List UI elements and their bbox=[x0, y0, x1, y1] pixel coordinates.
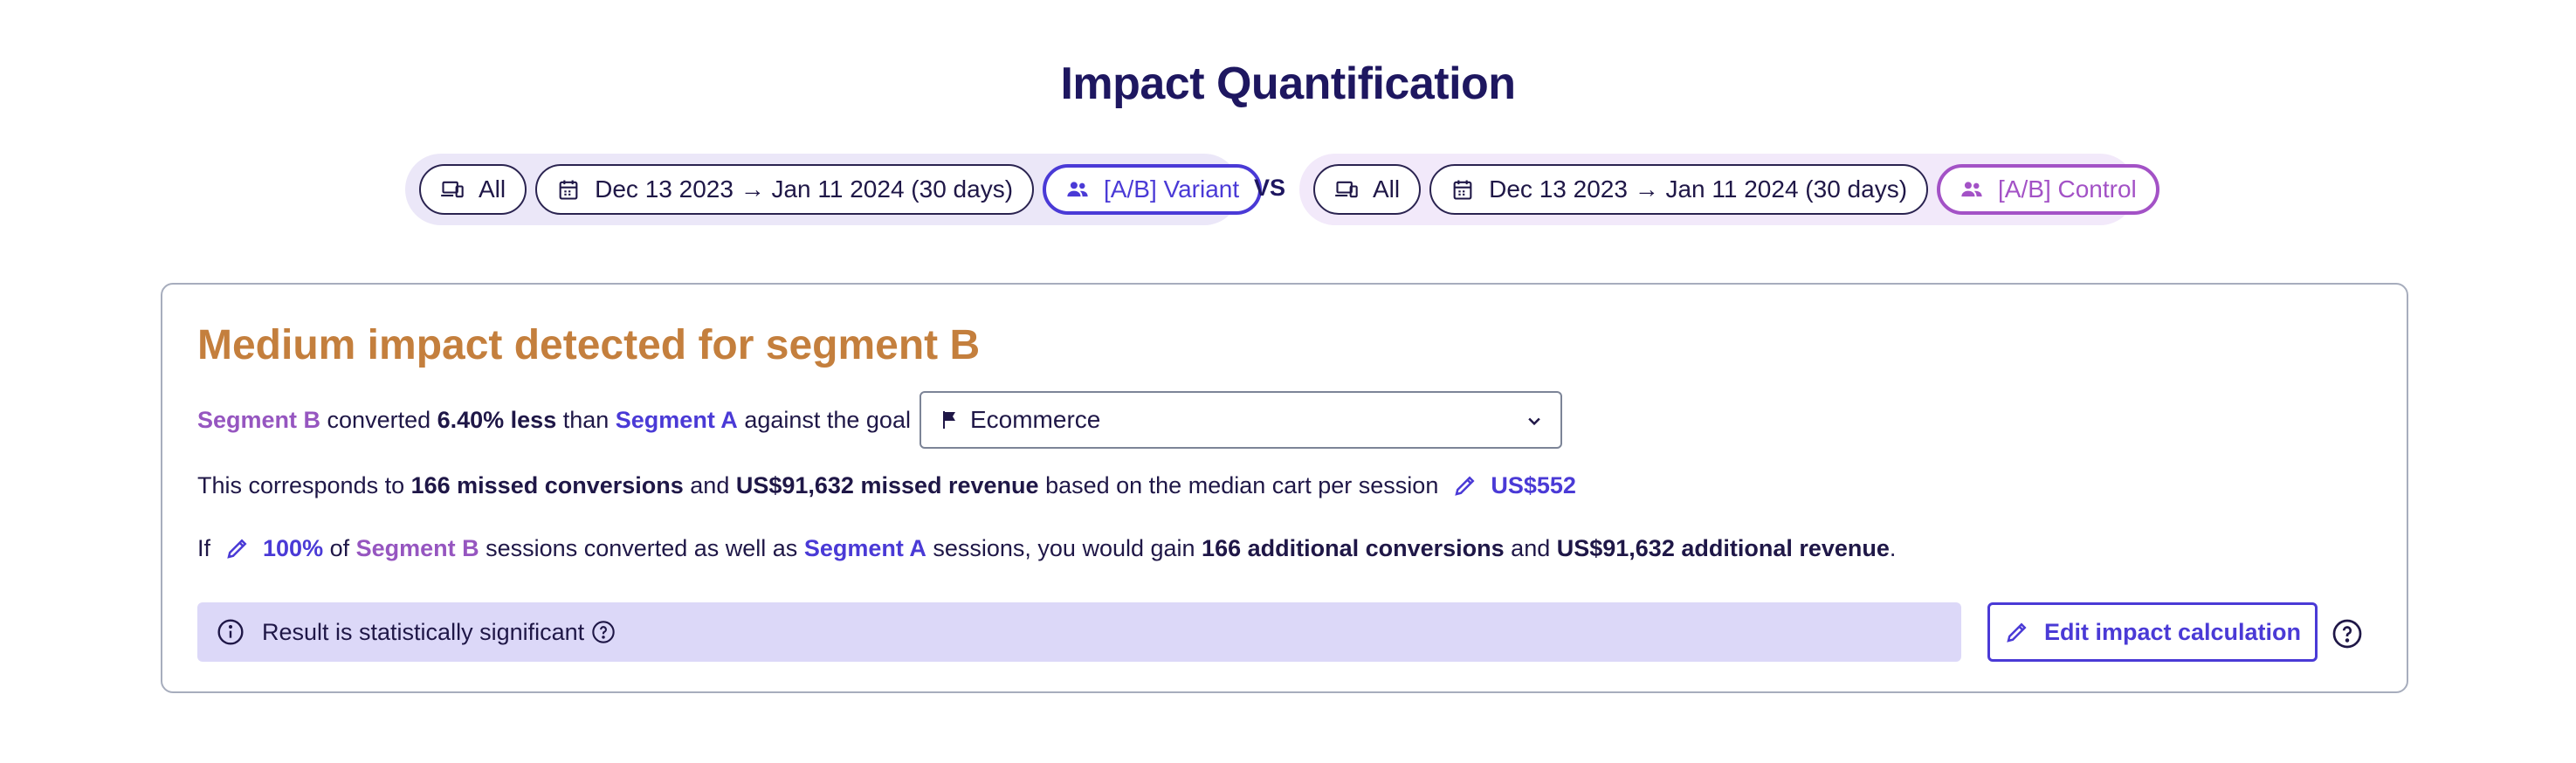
edit-impact-calculation-button[interactable]: Edit impact calculation bbox=[1987, 602, 2318, 662]
device-filter-label: All bbox=[479, 175, 506, 203]
page-title: Impact Quantification bbox=[1060, 58, 1516, 109]
additional-conversions: 166 additional conversions bbox=[1202, 534, 1505, 561]
vs-label: VS bbox=[1253, 175, 1286, 201]
segment-control-pill[interactable]: [A/B] Control bbox=[1937, 164, 2159, 215]
users-icon bbox=[1961, 182, 1982, 197]
segment-b-label: Segment B bbox=[355, 534, 479, 561]
chevron-down-icon bbox=[1528, 417, 1540, 426]
segment-a-filters: All Dec 13 2023 → Jan 11 2024 (30 days) … bbox=[405, 154, 1263, 225]
goal-select[interactable]: Ecommerce bbox=[919, 391, 1562, 449]
pencil-icon[interactable] bbox=[224, 535, 251, 561]
edit-impact-calculation-label: Edit impact calculation bbox=[2043, 618, 2302, 645]
device-filter-right[interactable]: All bbox=[1313, 164, 1422, 215]
segment-b-label: Segment B bbox=[197, 406, 321, 433]
median-cart-value[interactable]: US$552 bbox=[1491, 472, 1576, 499]
pencil-icon bbox=[2007, 622, 2027, 643]
device-filter-label: All bbox=[1373, 175, 1401, 203]
help-circle-icon[interactable] bbox=[591, 620, 616, 644]
calendar-icon bbox=[1453, 180, 1472, 200]
significance-status-bar: Result is statistically significant bbox=[197, 602, 1961, 662]
conversion-diff: 6.40% less bbox=[437, 406, 557, 433]
segment-a-label: Segment A bbox=[615, 406, 738, 433]
device-filter-left[interactable]: All bbox=[419, 164, 527, 215]
segment-variant-pill[interactable]: [A/B] Variant bbox=[1043, 164, 1263, 215]
impact-card: Medium impact detected for segment B Seg… bbox=[161, 283, 2408, 693]
date-range-label: Dec 13 2023 → Jan 11 2024 (30 days) bbox=[1489, 175, 1908, 203]
goal-select-value: Ecommerce bbox=[969, 406, 1101, 433]
users-icon bbox=[1067, 182, 1088, 197]
devices-icon bbox=[441, 181, 464, 198]
date-range-filter-left[interactable]: Dec 13 2023 → Jan 11 2024 (30 days) bbox=[535, 164, 1035, 215]
date-range-filter-right[interactable]: Dec 13 2023 → Jan 11 2024 (30 days) bbox=[1429, 164, 1929, 215]
conversion-percent-value[interactable]: 100% bbox=[263, 535, 323, 562]
impact-headline: Medium impact detected for segment B bbox=[197, 322, 981, 368]
additional-revenue: US$91,632 additional revenue bbox=[1556, 534, 1890, 561]
segment-variant-label: [A/B] Variant bbox=[1104, 175, 1240, 203]
segment-a-label: Segment A bbox=[803, 534, 926, 561]
conversion-summary-line: Segment B converted 6.40% less than Segm… bbox=[197, 391, 1562, 449]
help-circle-icon[interactable] bbox=[2331, 618, 2363, 650]
calendar-icon bbox=[559, 180, 578, 200]
missed-revenue-line: This corresponds to 166 missed conversio… bbox=[197, 471, 1576, 499]
missed-revenue: US$91,632 missed revenue bbox=[735, 471, 1039, 498]
potential-gain-line: If 100% of Segment B sessions converted … bbox=[197, 534, 1897, 562]
segment-b-filters: All Dec 13 2023 → Jan 11 2024 (30 days) … bbox=[1299, 154, 2159, 225]
flag-icon bbox=[942, 411, 955, 429]
date-range-label: Dec 13 2023 → Jan 11 2024 (30 days) bbox=[595, 175, 1014, 203]
pencil-icon[interactable] bbox=[1452, 472, 1478, 498]
segment-control-label: [A/B] Control bbox=[1998, 175, 2137, 203]
devices-icon bbox=[1335, 181, 1358, 198]
info-icon bbox=[217, 619, 244, 645]
significance-text: Result is statistically significant bbox=[262, 618, 585, 645]
missed-conversions: 166 missed conversions bbox=[410, 471, 684, 498]
